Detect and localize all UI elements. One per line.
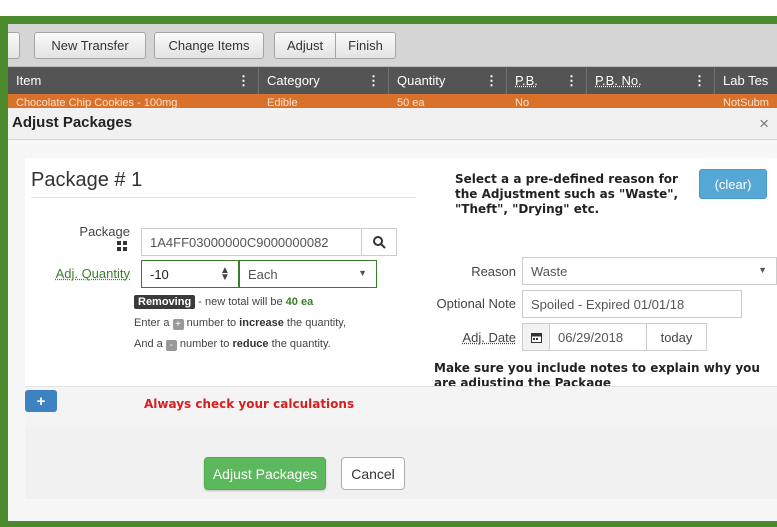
package-input[interactable]: 1A4FF03000000C9000000082 (141, 228, 362, 256)
chevron-down-icon: ▼ (358, 268, 367, 278)
adjust-packages-button[interactable]: Adjust Packages (204, 457, 326, 490)
column-header-pb-no[interactable]: P.B. No. ⋮ (587, 67, 715, 94)
search-button[interactable] (361, 228, 397, 256)
column-header-category[interactable]: Category ⋮ (259, 67, 389, 94)
column-menu-icon[interactable]: ⋮ (367, 73, 380, 89)
clear-button[interactable]: (clear) (699, 169, 767, 199)
reason-annotation: Select a a pre-defined reason for the Ad… (455, 172, 679, 216)
reason-select[interactable]: Waste ▼ (522, 257, 777, 285)
close-icon[interactable]: × (759, 114, 769, 134)
package-heading: Package # 1 (31, 169, 143, 191)
cancel-button[interactable]: Cancel (341, 457, 405, 490)
plus-square-icon: + (172, 319, 184, 330)
plus-icon: + (36, 392, 46, 410)
column-header-item[interactable]: Item ⋮ (8, 67, 259, 94)
note-label: Optional Note (436, 296, 517, 311)
calendar-icon (530, 332, 542, 343)
package-label: Package (79, 224, 130, 239)
column-header-pb[interactable]: P.B. ⋮ (507, 67, 587, 94)
modal-body: Package # 1 Package 1A4FF03000000C900000… (8, 140, 777, 521)
calculation-annotation: Always check your calculations (144, 397, 355, 411)
toolbar: New Transfer Change Items Adjust Finish (8, 24, 777, 67)
add-package-strip (25, 386, 777, 426)
minus-square-icon: - (165, 340, 177, 351)
modal-title: Adjust Packages (12, 114, 133, 131)
reduce-help: And a - number to reduce the quantity. (134, 338, 331, 351)
screenshot-frame: New Transfer Change Items Adjust Finish … (0, 16, 777, 527)
calendar-button[interactable] (522, 323, 550, 351)
increase-help: Enter a + number to increase the quantit… (134, 317, 346, 330)
quantity-stepper[interactable]: ▲ ▼ (220, 266, 230, 283)
adjust-button[interactable]: Adjust (275, 33, 337, 58)
today-button[interactable]: today (646, 323, 707, 351)
heading-divider (31, 197, 416, 198)
modal-header: Adjust Packages × (8, 108, 777, 140)
removing-help: Removing - new total will be 40 ea (134, 295, 313, 309)
reason-label: Reason (471, 264, 516, 279)
toolbar-left-button[interactable] (8, 32, 20, 59)
column-menu-icon[interactable]: ⋮ (485, 73, 498, 89)
add-package-button[interactable]: + (25, 390, 57, 412)
adjust-finish-group: Adjust Finish (274, 32, 396, 59)
removing-badge: Removing (134, 295, 196, 309)
adj-date-input[interactable]: 06/29/2018 (549, 323, 647, 351)
column-header-quantity[interactable]: Quantity ⋮ (389, 67, 507, 94)
column-menu-icon[interactable]: ⋮ (565, 73, 578, 89)
search-icon (372, 235, 386, 249)
new-transfer-button[interactable]: New Transfer (34, 32, 146, 59)
grid-icon[interactable] (117, 241, 127, 251)
column-menu-icon[interactable]: ⋮ (693, 73, 706, 89)
adj-date-label: Adj. Date (462, 330, 516, 345)
adj-quantity-label: Adj. Quantity (55, 266, 130, 281)
app-window: New Transfer Change Items Adjust Finish … (8, 24, 777, 521)
unit-select[interactable]: Each ▼ (239, 260, 377, 288)
chevron-down-icon: ▼ (758, 265, 767, 275)
grid-header: Item ⋮ Category ⋮ Quantity ⋮ P.B. ⋮ P.B.… (8, 67, 777, 94)
column-menu-icon[interactable]: ⋮ (237, 73, 250, 89)
finish-button[interactable]: Finish (336, 33, 395, 58)
change-items-button[interactable]: Change Items (154, 32, 264, 59)
column-header-lab-test[interactable]: Lab Tes (715, 67, 777, 94)
optional-note-input[interactable]: Spoiled - Expired 01/01/18 (522, 290, 742, 318)
